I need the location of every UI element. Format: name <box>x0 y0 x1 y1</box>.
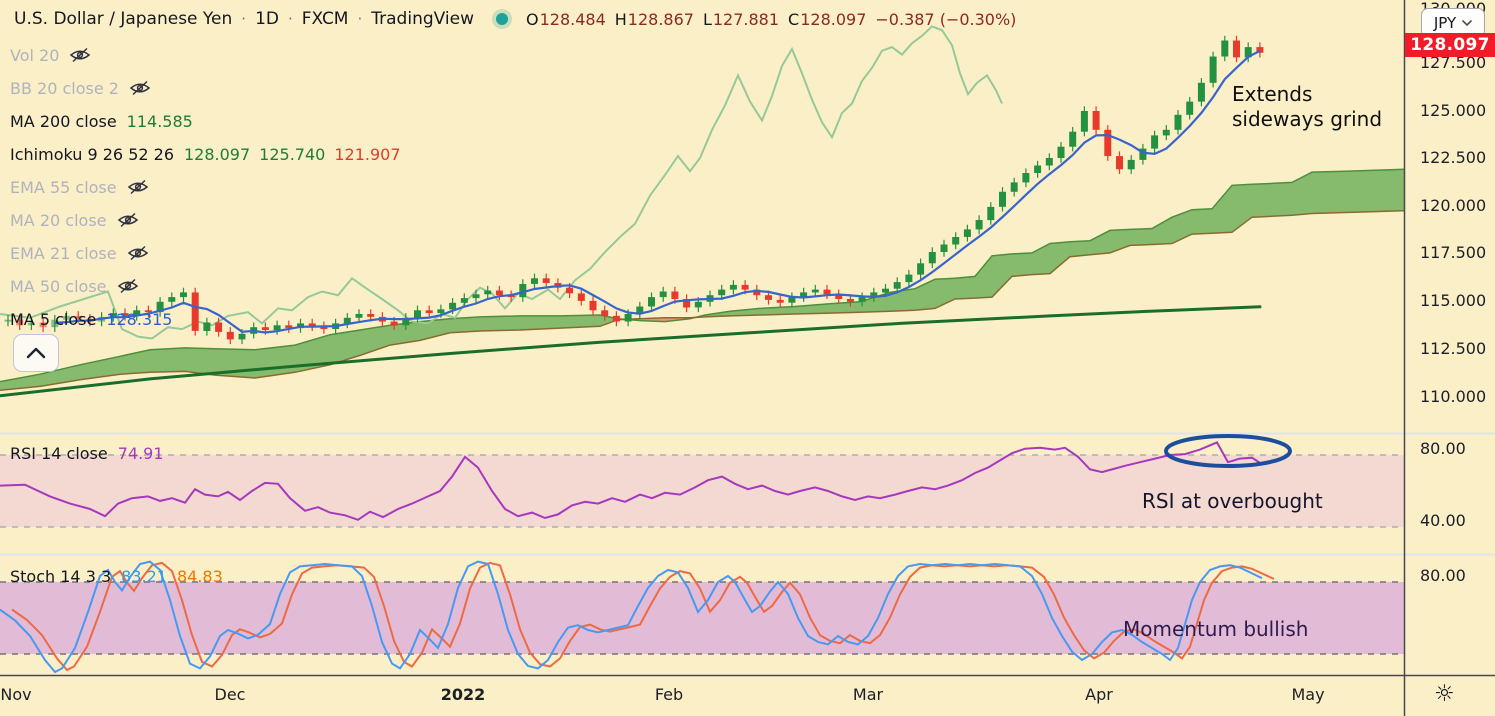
tradingview-chart-window: U.S. Dollar / Japanese Yen · 1D · FXCM ·… <box>0 0 1495 716</box>
indicator-label: BB 20 close 2 <box>10 78 119 98</box>
indicator-label: EMA 21 close <box>10 243 117 263</box>
header-separator: · <box>241 10 247 28</box>
price-axis[interactable]: 130.000127.500125.000122.500120.000117.5… <box>1405 0 1495 676</box>
stoch-label: Stoch 14 3 3 <box>10 567 112 586</box>
collapse-legend-button[interactable] <box>13 334 59 372</box>
symbol-title[interactable]: U.S. Dollar / Japanese Yen <box>14 9 232 29</box>
price-tick: 115.000 <box>1420 291 1487 310</box>
market-status-icon[interactable] <box>495 13 508 25</box>
close-value: 128.097 <box>800 9 867 29</box>
currency-label: JPY <box>1433 14 1457 32</box>
ohlc-readout: O 128.484 H 128.867 L 127.881 C 128.097 −0.3… <box>526 10 1016 29</box>
indicator-value: 128.315 <box>106 309 173 329</box>
high-letter: H <box>614 9 627 29</box>
legend-row-vol-20[interactable]: Vol 20 <box>10 44 91 66</box>
legend-row-ma-20-close[interactable]: MA 20 close <box>10 209 139 231</box>
indicator-label: MA 50 close <box>10 276 107 296</box>
high-value: 128.867 <box>627 9 694 29</box>
price-tick: 40.00 <box>1420 511 1466 530</box>
indicator-value: 128.097 <box>184 144 251 164</box>
eye-off-icon[interactable] <box>117 278 139 294</box>
indicator-label: MA 5 close <box>10 309 97 329</box>
indicator-label: MA 200 close <box>10 111 117 131</box>
indicator-value: 125.740 <box>259 144 326 164</box>
close-letter: C <box>788 9 800 29</box>
annotation-line2: sideways grind <box>1232 107 1383 131</box>
exchange-label[interactable]: FXCM <box>302 9 349 29</box>
annotation-momentum-bullish: Momentum bullish <box>1123 617 1309 641</box>
last-price-tag: 128.097 <box>1405 33 1495 57</box>
time-tick: Feb <box>654 685 684 704</box>
indicator-values: 128.315 <box>106 310 172 329</box>
eye-off-icon[interactable] <box>129 80 151 96</box>
price-tick: 112.500 <box>1420 339 1487 358</box>
sun-icon[interactable]: ☼ <box>1434 681 1455 707</box>
legend-row-ema-21-close[interactable]: EMA 21 close <box>10 242 149 264</box>
chevron-down-icon <box>1462 20 1472 26</box>
time-tick: Apr <box>1085 685 1113 704</box>
platform-label[interactable]: TradingView <box>371 9 474 29</box>
stoch-legend-row[interactable]: Stoch 14 3 3 83.21 84.83 <box>10 567 223 586</box>
eye-off-icon[interactable] <box>127 245 149 261</box>
stoch-d-value: 84.83 <box>176 567 223 586</box>
indicator-label: MA 20 close <box>10 210 107 230</box>
legend-row-ema-55-close[interactable]: EMA 55 close <box>10 176 149 198</box>
indicator-values: 128.097 125.740 121.907 <box>184 145 401 164</box>
indicator-values: 114.585 <box>127 112 193 131</box>
time-tick: Mar <box>852 685 884 704</box>
chart-header: U.S. Dollar / Japanese Yen · 1D · FXCM ·… <box>14 6 1016 32</box>
time-tick: 2022 <box>440 685 486 704</box>
indicator-label: EMA 55 close <box>10 177 117 197</box>
open-value: 128.484 <box>539 9 606 29</box>
indicator-label: Vol 20 <box>10 45 60 65</box>
timeframe-label[interactable]: 1D <box>255 9 279 29</box>
annotation-line1: Extends <box>1232 82 1313 106</box>
indicator-label: Ichimoku 9 26 52 26 <box>10 144 174 164</box>
legend-row-bb-20-close-2[interactable]: BB 20 close 2 <box>10 77 151 99</box>
time-tick: May <box>1291 685 1325 704</box>
price-tick: 120.000 <box>1420 196 1487 215</box>
header-separator: · <box>287 10 293 28</box>
time-tick: Nov <box>0 685 32 704</box>
annotation-rsi-overbought: RSI at overbought <box>1142 489 1323 513</box>
header-separator: · <box>357 10 363 28</box>
price-tick: 80.00 <box>1420 439 1466 458</box>
rsi-label: RSI 14 close <box>10 444 108 463</box>
price-tick: 80.00 <box>1420 566 1466 585</box>
rsi-legend-row[interactable]: RSI 14 close 74.91 <box>10 444 164 463</box>
price-tick: 117.500 <box>1420 243 1487 262</box>
legend-row-ma-50-close[interactable]: MA 50 close <box>10 275 139 297</box>
indicator-value: 114.585 <box>126 111 193 131</box>
low-value: 127.881 <box>712 9 780 29</box>
change-value: −0.387 (−0.30%) <box>875 9 1017 29</box>
price-tick: 125.000 <box>1420 101 1487 120</box>
low-letter: L <box>702 9 712 29</box>
legend-row-ma-5-close[interactable]: MA 5 close 128.315 <box>10 308 172 330</box>
stoch-k-value: 83.21 <box>121 567 167 586</box>
chevron-up-icon <box>26 347 46 359</box>
rsi-value: 74.91 <box>117 444 164 463</box>
price-tick: 122.500 <box>1420 148 1487 167</box>
annotation-extends-sideways: Extends sideways grind <box>1232 82 1382 132</box>
time-axis[interactable]: Nov Dec 2022 Feb Mar Apr May ☼ <box>0 676 1495 716</box>
time-tick: Dec <box>214 685 246 704</box>
eye-off-icon[interactable] <box>127 179 149 195</box>
indicator-value: 121.907 <box>334 144 401 164</box>
legend-row-ichimoku-9-26-52-26[interactable]: Ichimoku 9 26 52 26 128.097 125.740 121.907 <box>10 143 401 165</box>
eye-off-icon[interactable] <box>117 212 139 228</box>
eye-off-icon[interactable] <box>69 47 91 63</box>
open-letter: O <box>525 9 539 29</box>
legend-row-ma-200-close[interactable]: MA 200 close 114.585 <box>10 110 193 132</box>
price-tick: 110.000 <box>1420 387 1487 406</box>
